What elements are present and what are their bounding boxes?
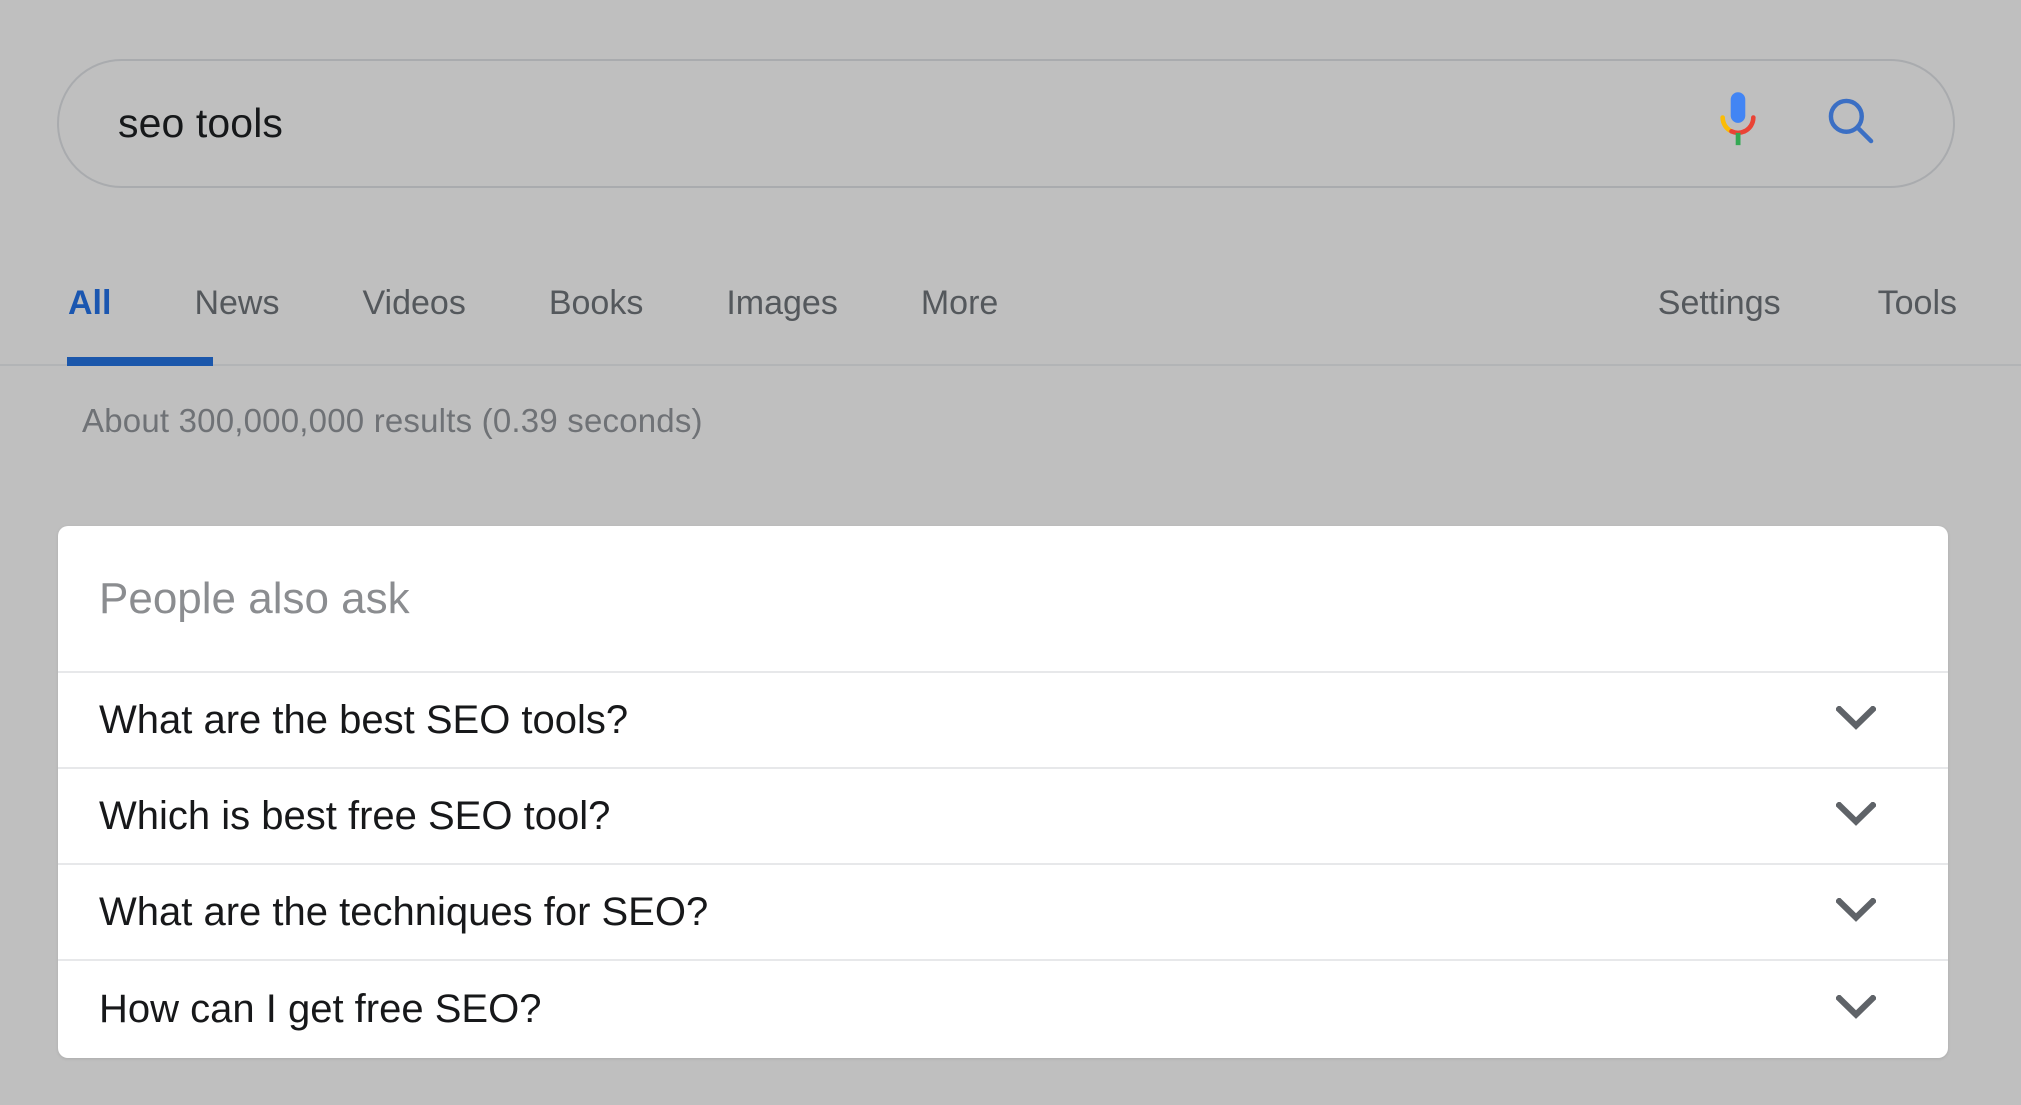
people-also-ask-title: People also ask (99, 573, 410, 623)
tab-news-label: News (194, 284, 280, 322)
paa-question-label: What are the best SEO tools? (99, 698, 629, 742)
tab-videos-label: Videos (362, 284, 466, 322)
chevron-down-icon[interactable] (1834, 800, 1878, 831)
paa-question-label: What are the techniques for SEO? (99, 890, 709, 934)
paa-row[interactable]: What are the best SEO tools? (58, 673, 1948, 769)
tab-books[interactable]: Books (549, 260, 644, 320)
nav-left-group: All News Videos Books Images More (67, 260, 998, 366)
tools-button[interactable]: Tools (1878, 260, 1957, 320)
chevron-down-icon[interactable] (1834, 993, 1878, 1024)
tab-active-underline (67, 357, 213, 366)
tab-more[interactable]: More (921, 260, 998, 320)
tab-more-label: More (920, 284, 999, 322)
tab-books-label: Books (548, 284, 644, 322)
nav-right-group: Settings Tools (1561, 260, 1957, 320)
tab-news[interactable]: News (194, 260, 279, 320)
search-magnifier-icon[interactable] (1823, 93, 1879, 154)
tab-images-label: Images (726, 284, 838, 322)
chevron-down-icon[interactable] (1834, 704, 1878, 735)
paa-row[interactable]: Which is best free SEO tool? (58, 769, 1948, 865)
settings-label: Settings (1657, 284, 1781, 322)
paa-question-label: Which is best free SEO tool? (99, 794, 611, 838)
tab-all-label: All (68, 284, 112, 322)
people-also-ask-card: People also ask What are the best SEO to… (58, 526, 1948, 1058)
paa-row[interactable]: How can I get free SEO? (58, 961, 1948, 1057)
paa-question-label: How can I get free SEO? (99, 987, 542, 1031)
result-stats: About 300,000,000 results (0.39 seconds) (82, 402, 703, 439)
paa-row[interactable]: What are the techniques for SEO? (58, 865, 1948, 961)
search-box-icons (1715, 90, 1953, 157)
settings-button[interactable]: Settings (1658, 260, 1781, 320)
microphone-icon[interactable] (1715, 90, 1761, 157)
search-results-page: All News Videos Books Images More Settin… (0, 0, 2021, 1105)
people-also-ask-header: People also ask (58, 526, 1948, 673)
tools-label: Tools (1877, 284, 1957, 322)
tab-images[interactable]: Images (726, 260, 838, 320)
search-input[interactable] (59, 100, 1715, 147)
search-nav-tabs: All News Videos Books Images More Settin… (0, 260, 2021, 366)
tab-all[interactable]: All (67, 260, 213, 366)
search-box[interactable] (57, 59, 1955, 188)
chevron-down-icon[interactable] (1834, 896, 1878, 927)
tab-videos[interactable]: Videos (362, 260, 465, 320)
